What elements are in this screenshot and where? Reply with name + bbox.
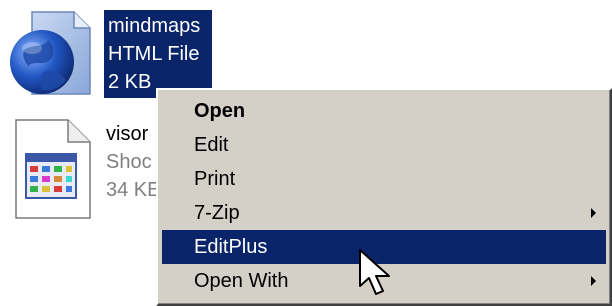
html-document-icon[interactable]	[4, 10, 102, 96]
file-name[interactable]: visor	[106, 120, 160, 148]
menu-item-label: EditPlus	[194, 236, 268, 258]
file-item-mindmaps[interactable]: mindmaps HTML File 2 KB	[0, 0, 230, 100]
file-size: 34 KE	[106, 179, 161, 201]
menu-item-label: Open With	[194, 270, 289, 292]
flash-movie-icon[interactable]	[14, 118, 92, 220]
submenu-arrow-icon	[591, 208, 596, 218]
menu-item-label: Open	[194, 100, 246, 122]
file-label-selected[interactable]: mindmaps HTML File 2 KB	[104, 10, 212, 98]
file-label[interactable]: visor Shoc 34 KE	[106, 120, 160, 204]
menu-item-label: Print	[194, 168, 236, 190]
file-list-view: mindmaps HTML File 2 KB visor Shoc 34 KE…	[0, 0, 612, 306]
file-type: HTML File	[108, 43, 200, 65]
menu-item-7zip[interactable]: 7-Zip	[162, 196, 606, 230]
submenu-arrow-icon	[591, 276, 596, 286]
file-type: Shoc	[106, 151, 152, 173]
mouse-pointer-icon	[356, 248, 396, 296]
menu-item-label: Edit	[194, 134, 229, 156]
menu-item-open[interactable]: Open	[162, 94, 606, 128]
menu-item-print[interactable]: Print	[162, 162, 606, 196]
menu-item-label: 7-Zip	[194, 202, 240, 224]
file-name[interactable]: mindmaps	[108, 12, 210, 40]
menu-item-edit[interactable]: Edit	[162, 128, 606, 162]
